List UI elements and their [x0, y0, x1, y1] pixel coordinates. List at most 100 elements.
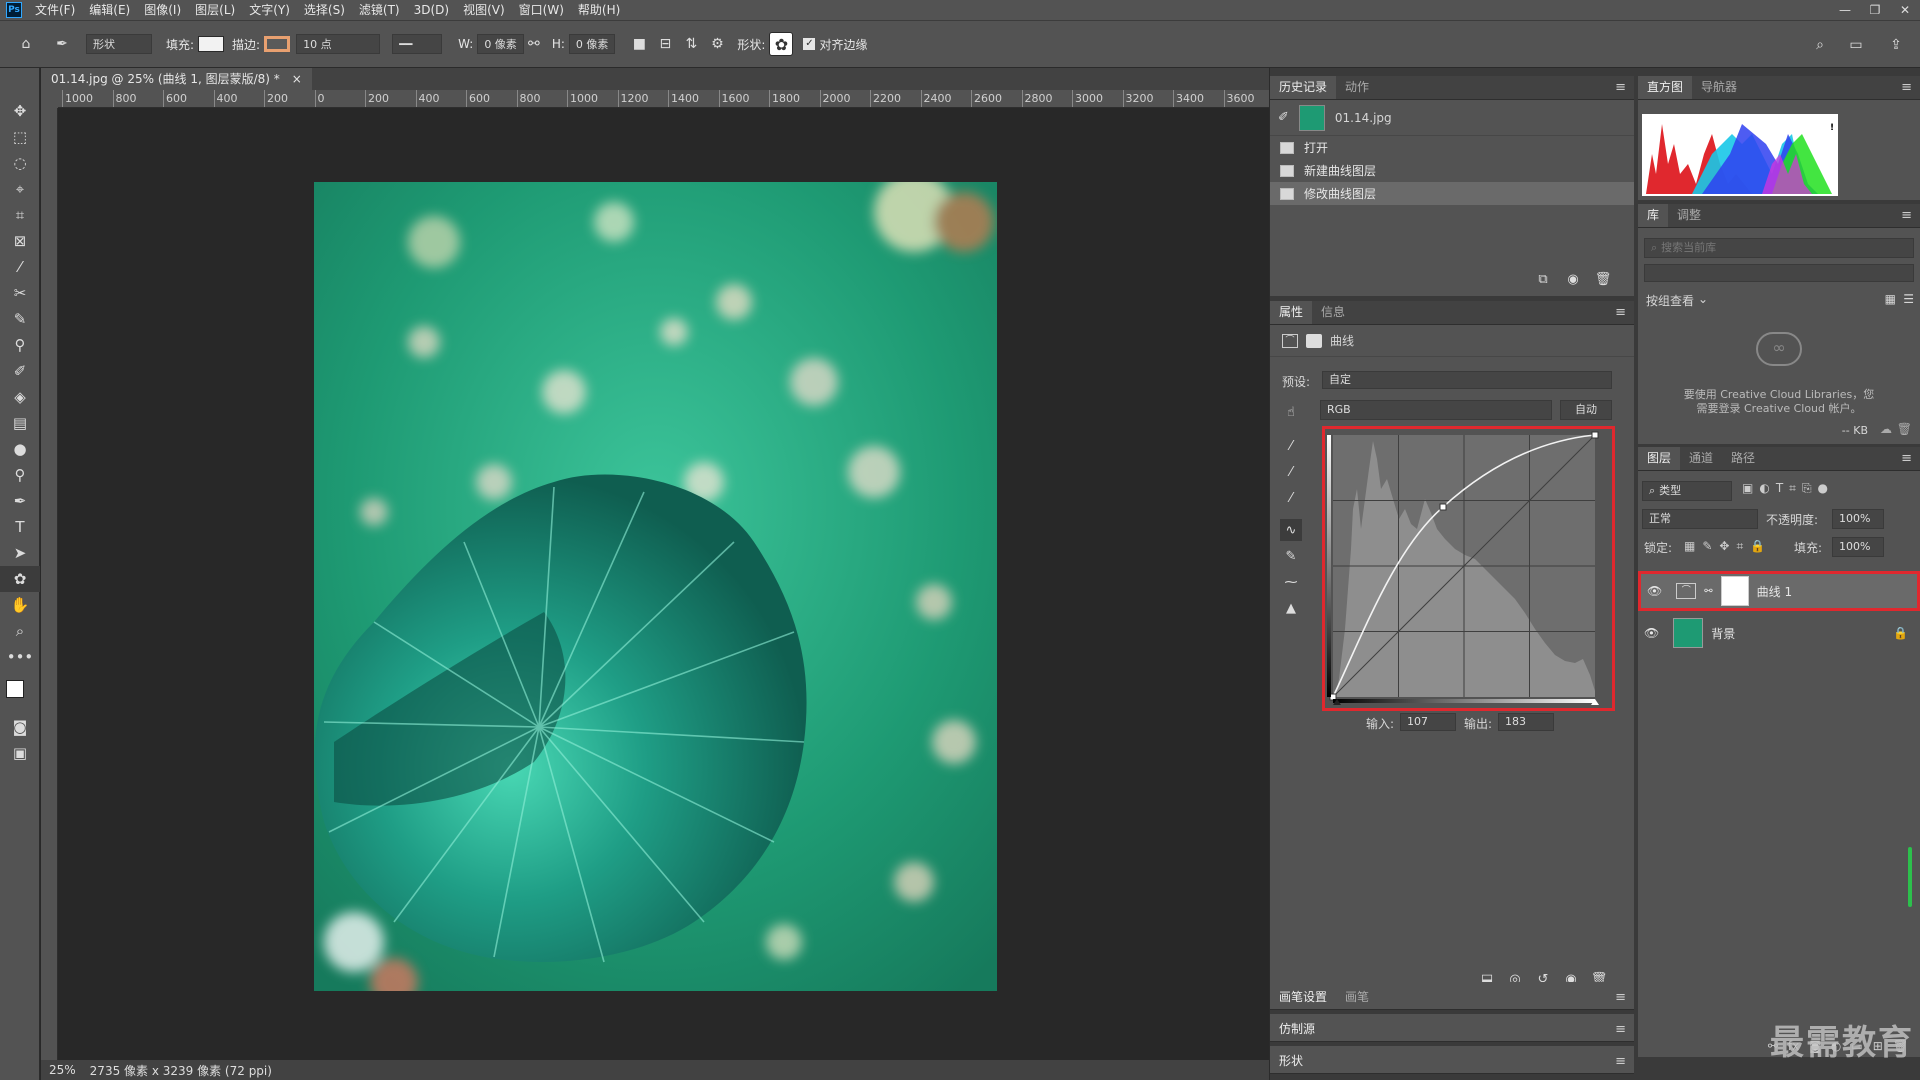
- crop-tool-icon[interactable]: ⌗: [0, 202, 40, 228]
- camera-icon[interactable]: ◉: [1562, 268, 1584, 290]
- trash-icon[interactable]: 🗑: [1897, 422, 1912, 436]
- stroke-swatch[interactable]: [264, 36, 291, 52]
- history-brush-tool-icon[interactable]: ✐: [0, 358, 40, 384]
- tab-info[interactable]: 信息: [1312, 301, 1354, 324]
- filter-pixel-icon[interactable]: ▣: [1742, 481, 1753, 496]
- scrollbar[interactable]: [1908, 847, 1912, 907]
- tab-libraries[interactable]: 库: [1638, 204, 1669, 227]
- height-field[interactable]: 0 像素: [568, 34, 616, 54]
- filter-type-icon[interactable]: T: [1776, 481, 1783, 496]
- tab-actions[interactable]: 动作: [1336, 76, 1378, 99]
- blur-tool-icon[interactable]: ●: [0, 436, 40, 462]
- menu-select[interactable]: 选择(S): [297, 0, 352, 20]
- tab-histogram[interactable]: 直方图: [1638, 76, 1693, 99]
- document-info[interactable]: 2735 像素 x 3239 像素 (72 ppi): [90, 1062, 272, 1079]
- stamp-tool-icon[interactable]: ⚲: [0, 332, 40, 358]
- preset-select[interactable]: 自定: [1322, 371, 1612, 389]
- pencil-icon[interactable]: ✎: [1280, 545, 1302, 567]
- frame-tool-icon[interactable]: ⊠: [0, 228, 40, 254]
- quick-select-tool-icon[interactable]: ⌖: [0, 176, 40, 202]
- eye-icon[interactable]: 👁: [1647, 584, 1662, 598]
- gear-icon[interactable]: ⚙: [707, 34, 727, 54]
- stroke-size-field[interactable]: 10 点: [296, 34, 381, 54]
- blend-mode-select[interactable]: 正常: [1642, 509, 1758, 529]
- close-tab-icon[interactable]: ×: [292, 68, 302, 90]
- tab-clone-source[interactable]: 仿制源: [1270, 1018, 1325, 1041]
- hand-tool-icon[interactable]: ✋: [0, 592, 40, 618]
- restore-icon[interactable]: ❐: [1860, 0, 1890, 20]
- zoom-tool-icon[interactable]: ⌕: [0, 618, 40, 644]
- panel-menu-icon[interactable]: ≡: [1901, 205, 1912, 227]
- lock-image-icon[interactable]: ✎: [1702, 539, 1712, 554]
- document-tab[interactable]: 01.14.jpg @ 25% (曲线 1, 图层蒙版/8) * ×: [41, 68, 312, 90]
- fill-swatch[interactable]: [198, 36, 225, 52]
- lock-transparent-icon[interactable]: ▦: [1684, 539, 1695, 554]
- library-search-input[interactable]: ⌕ 搜索当前库: [1644, 238, 1914, 258]
- output-field[interactable]: 183: [1498, 713, 1554, 731]
- tab-paths[interactable]: 路径: [1722, 447, 1764, 470]
- pen-tool-icon[interactable]: ✒: [0, 488, 40, 514]
- custom-shape-tool-icon[interactable]: ✿: [0, 566, 40, 592]
- screen-mode-icon[interactable]: ▣: [0, 740, 40, 766]
- horizontal-ruler[interactable]: 1000 800 600 400 200 0 200 400 600 800 1000 1200 140…: [58, 90, 1269, 108]
- marquee-tool-icon[interactable]: ⬚: [0, 124, 40, 150]
- panel-menu-icon[interactable]: ≡: [1615, 1019, 1626, 1041]
- library-select[interactable]: [1644, 264, 1914, 282]
- menu-layer[interactable]: 图层(L): [188, 0, 242, 20]
- panel-menu-icon[interactable]: ≡: [1901, 77, 1912, 99]
- black-point-eyedropper-icon[interactable]: ⁄: [1280, 435, 1302, 457]
- menu-3d[interactable]: 3D(D): [407, 0, 456, 20]
- eraser-tool-icon[interactable]: ◈: [0, 384, 40, 410]
- close-icon[interactable]: ✕: [1890, 0, 1920, 20]
- fill-field[interactable]: 100%: [1832, 537, 1884, 557]
- layer-mask-thumbnail[interactable]: [1720, 576, 1749, 606]
- minimize-icon[interactable]: —: [1830, 0, 1860, 20]
- tab-properties[interactable]: 属性: [1270, 301, 1313, 324]
- list-view-icon[interactable]: ☰: [1903, 292, 1914, 306]
- trash-icon[interactable]: 🗑: [1592, 268, 1614, 290]
- vertical-ruler[interactable]: [41, 108, 58, 1060]
- history-snapshot[interactable]: ✐ 01.14.jpg: [1270, 100, 1634, 136]
- new-document-from-state-icon[interactable]: ⧉: [1532, 268, 1554, 290]
- panel-menu-icon[interactable]: ≡: [1615, 77, 1626, 99]
- mask-icon[interactable]: [1306, 333, 1322, 348]
- ruler-origin[interactable]: [41, 90, 58, 108]
- history-item[interactable]: 打开: [1270, 136, 1634, 159]
- panel-menu-icon[interactable]: ≡: [1615, 1051, 1626, 1073]
- brush-tool-icon[interactable]: ✎: [0, 306, 40, 332]
- cloud-sync-icon[interactable]: ☁: [1880, 422, 1892, 436]
- link-icon[interactable]: ⚯: [1704, 586, 1712, 597]
- layer-row-curves[interactable]: 👁 ⌒ ⚯ 曲线 1: [1638, 571, 1920, 611]
- eyedropper-tool-icon[interactable]: ⁄: [0, 254, 40, 280]
- gray-point-eyedropper-icon[interactable]: ⁄: [1280, 461, 1302, 483]
- eye-icon[interactable]: 👁: [1644, 626, 1659, 640]
- grid-view-icon[interactable]: ▦: [1885, 292, 1896, 306]
- gradient-tool-icon[interactable]: ▤: [0, 410, 40, 436]
- filter-adjustment-icon[interactable]: ◐: [1759, 481, 1769, 496]
- healing-tool-icon[interactable]: ✂: [0, 280, 40, 306]
- filter-smart-object-icon[interactable]: ⎘: [1802, 481, 1812, 496]
- menu-edit[interactable]: 编辑(E): [82, 0, 137, 20]
- channel-select[interactable]: RGB: [1320, 400, 1552, 420]
- white-point-eyedropper-icon[interactable]: ⁄: [1280, 487, 1302, 509]
- menu-file[interactable]: 文件(F): [28, 0, 82, 20]
- lasso-tool-icon[interactable]: ◌: [0, 150, 40, 176]
- share-icon[interactable]: ⇪: [1886, 35, 1906, 55]
- menu-image[interactable]: 图像(I): [137, 0, 188, 20]
- foreground-color[interactable]: [6, 680, 24, 698]
- targeted-adjust-icon[interactable]: ☝: [1280, 401, 1302, 423]
- layer-filter-select[interactable]: ⌕ 类型: [1642, 481, 1732, 501]
- panel-menu-icon[interactable]: ≡: [1615, 302, 1626, 324]
- filter-shape-icon[interactable]: ⌗: [1789, 481, 1796, 496]
- stroke-type-select[interactable]: ━━: [392, 34, 443, 54]
- tab-adjustments[interactable]: 调整: [1668, 204, 1710, 227]
- menu-type[interactable]: 文字(Y): [242, 0, 297, 20]
- layer-row-background[interactable]: 👁 背景 🔒: [1638, 613, 1920, 653]
- link-icon[interactable]: ⚯: [524, 34, 544, 54]
- tab-channels[interactable]: 通道: [1680, 447, 1722, 470]
- path-select-tool-icon[interactable]: ➤: [0, 540, 40, 566]
- input-field[interactable]: 107: [1400, 713, 1456, 731]
- tab-shapes[interactable]: 形状: [1270, 1050, 1313, 1073]
- history-item[interactable]: 修改曲线图层: [1270, 182, 1634, 205]
- tool-mode-select[interactable]: 形状: [86, 34, 152, 54]
